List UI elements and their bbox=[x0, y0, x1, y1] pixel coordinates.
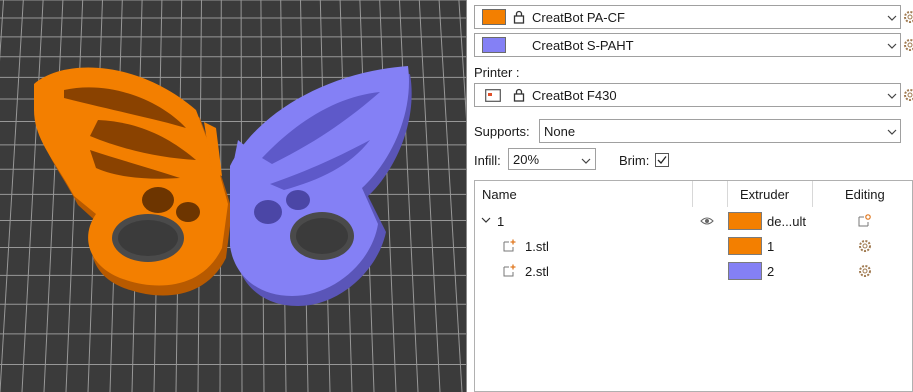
extruder-value[interactable]: de...ult bbox=[767, 214, 806, 229]
3d-viewport[interactable] bbox=[0, 0, 466, 392]
build-plate-scene bbox=[0, 0, 466, 392]
list-item[interactable]: 1 de...ult bbox=[475, 209, 912, 233]
column-divider bbox=[692, 181, 693, 207]
filament-color-swatch[interactable] bbox=[482, 37, 506, 53]
brim-checkbox[interactable] bbox=[655, 153, 669, 167]
column-divider bbox=[727, 181, 728, 207]
extruder-color-swatch bbox=[728, 212, 762, 230]
column-divider bbox=[812, 181, 813, 207]
part-icon bbox=[503, 264, 516, 277]
lock-icon bbox=[513, 10, 525, 24]
filament-combo-2[interactable]: CreatBot S-PAHT bbox=[474, 33, 901, 57]
object-settings-icon[interactable] bbox=[858, 214, 872, 228]
lock-icon bbox=[513, 88, 525, 102]
infill-value: 20% bbox=[513, 152, 540, 167]
checkmark-icon bbox=[657, 156, 667, 164]
filament-combo-1[interactable]: CreatBot PA-CF bbox=[474, 5, 901, 29]
supports-label: Supports: bbox=[474, 124, 530, 139]
column-header-extruder[interactable]: Extruder bbox=[740, 187, 789, 202]
filament-name: CreatBot S-PAHT bbox=[532, 38, 634, 53]
object-list[interactable]: Name Extruder Editing 1 de...ult 1.stl 1 bbox=[474, 180, 913, 392]
printer-icon bbox=[485, 89, 501, 102]
object-name: 1.stl bbox=[525, 239, 549, 254]
filament-color-swatch[interactable] bbox=[482, 9, 506, 25]
extruder-value[interactable]: 2 bbox=[767, 264, 774, 279]
eye-icon[interactable] bbox=[700, 216, 714, 226]
extruder-value[interactable]: 1 bbox=[767, 239, 774, 254]
chevron-down-icon[interactable] bbox=[887, 42, 897, 50]
brim-label: Brim: bbox=[619, 153, 650, 168]
printer-label: Printer : bbox=[474, 65, 520, 80]
chevron-down-icon[interactable] bbox=[581, 157, 591, 165]
object-name: 1 bbox=[497, 214, 505, 229]
gear-icon[interactable] bbox=[858, 264, 872, 278]
infill-select[interactable]: 20% bbox=[508, 148, 596, 170]
chevron-down-icon[interactable] bbox=[887, 14, 897, 22]
extruder-color-swatch bbox=[728, 237, 762, 255]
supports-value: None bbox=[544, 124, 576, 139]
list-item[interactable]: 2.stl 2 bbox=[475, 259, 912, 283]
column-header-name[interactable]: Name bbox=[482, 187, 517, 202]
gear-icon[interactable] bbox=[903, 38, 913, 52]
part-icon bbox=[503, 239, 516, 252]
filament-name: CreatBot PA-CF bbox=[532, 10, 625, 25]
list-item[interactable]: 1.stl 1 bbox=[475, 234, 912, 258]
infill-label: Infill: bbox=[474, 153, 501, 168]
gear-icon[interactable] bbox=[858, 239, 872, 253]
expand-chevron-icon[interactable] bbox=[481, 216, 491, 224]
supports-select[interactable]: None bbox=[539, 119, 901, 143]
printer-name: CreatBot F430 bbox=[532, 88, 617, 103]
printer-combo[interactable]: CreatBot F430 bbox=[474, 83, 901, 107]
extruder-color-swatch bbox=[728, 262, 762, 280]
chevron-down-icon[interactable] bbox=[887, 128, 897, 136]
chevron-down-icon[interactable] bbox=[887, 92, 897, 100]
gear-icon[interactable] bbox=[903, 10, 913, 24]
object-name: 2.stl bbox=[525, 264, 549, 279]
gear-icon[interactable] bbox=[903, 88, 913, 102]
column-header-editing[interactable]: Editing bbox=[845, 187, 885, 202]
